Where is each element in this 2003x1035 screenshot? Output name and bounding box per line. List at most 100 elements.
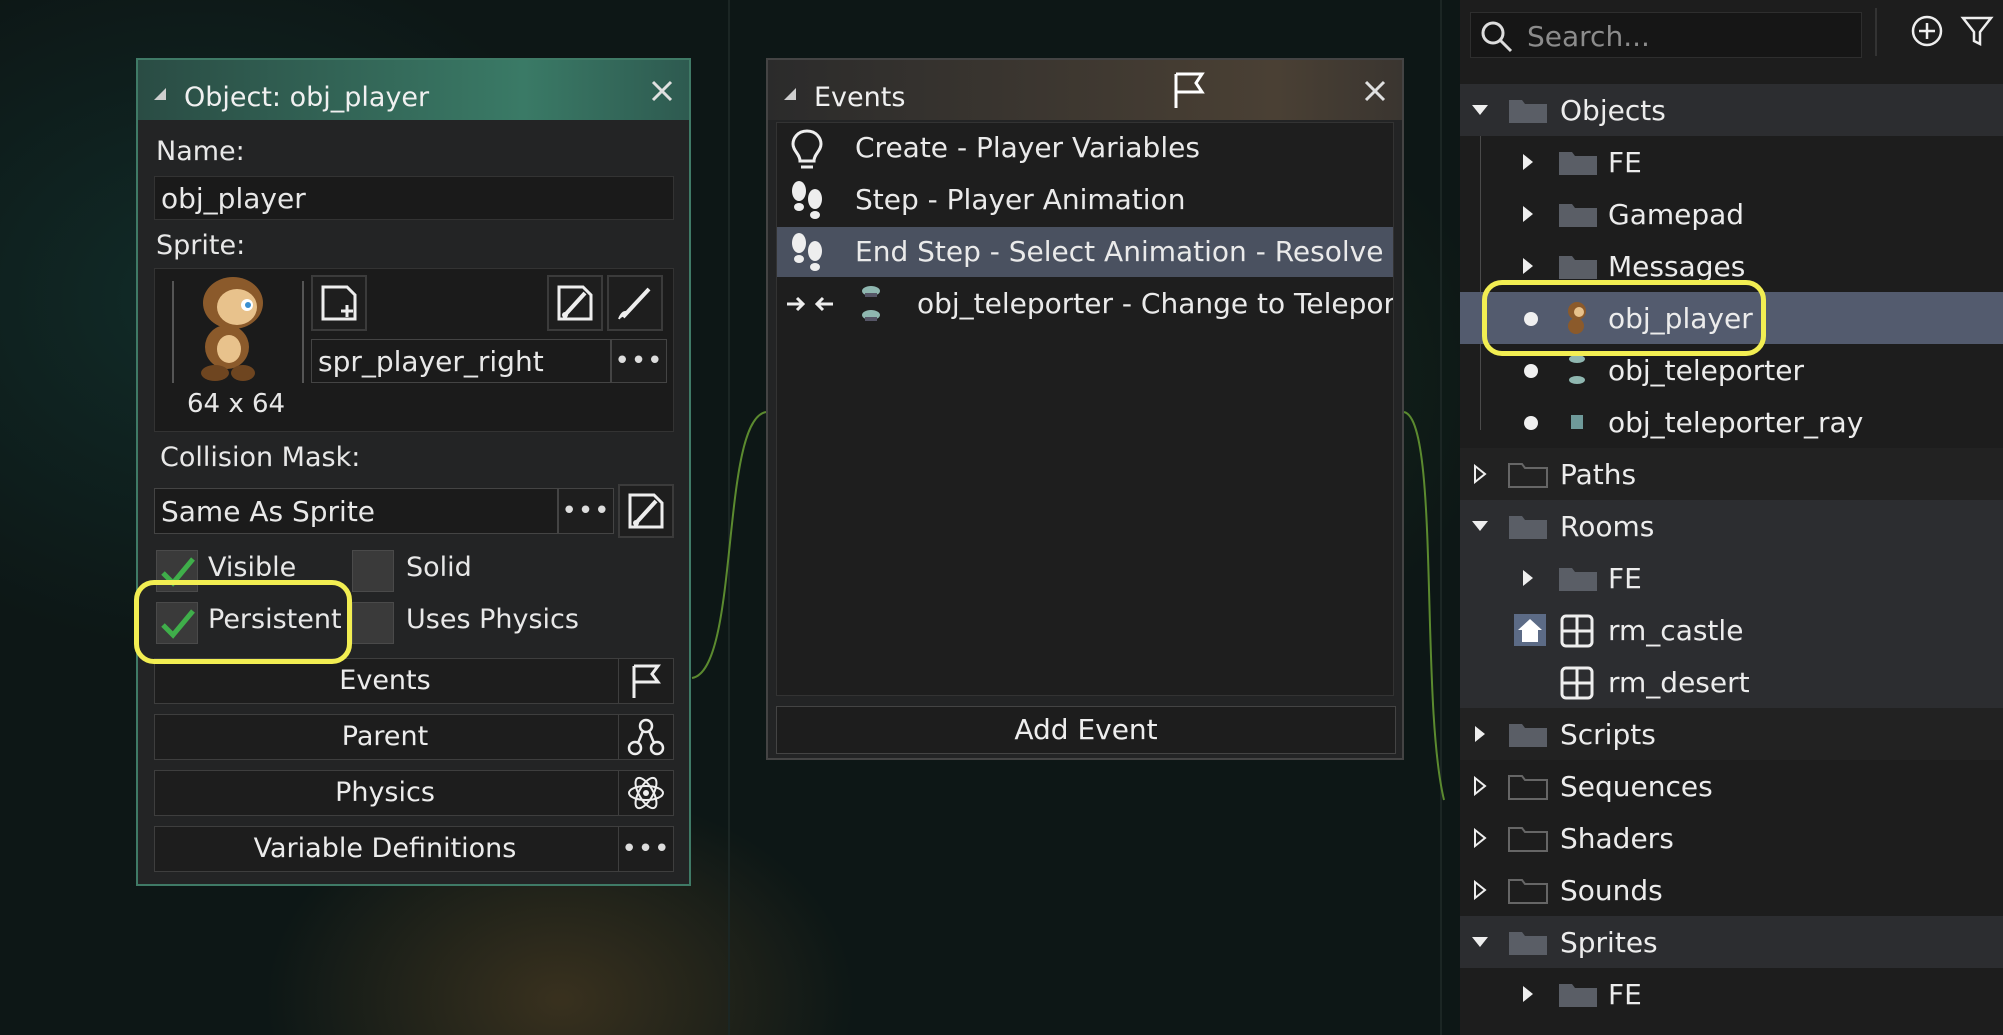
name-label: Name:: [156, 136, 245, 167]
filter-icon[interactable]: [1960, 14, 1994, 48]
tree-item-obj-teleporter-ray[interactable]: obj_teleporter_ray: [1460, 396, 2003, 448]
folder-icon: [1559, 152, 1597, 175]
tree-folder-sequences[interactable]: Sequences: [1460, 760, 2003, 812]
hierarchy-icon: [618, 715, 673, 759]
folder-icon: [1508, 775, 1548, 800]
edit-sprite-button[interactable]: [547, 275, 603, 331]
tree-item-rm-castle[interactable]: rm_castle: [1460, 604, 2003, 656]
tree-label: Rooms: [1560, 510, 1655, 543]
events-window: Events Create - Player Variables Step - …: [766, 58, 1404, 760]
sprite-preview[interactable]: [163, 275, 307, 385]
events-titlebar[interactable]: Events: [768, 60, 1402, 120]
collision-mask-browse-button[interactable]: •••: [558, 488, 614, 534]
close-icon[interactable]: [1358, 74, 1392, 108]
events-title: Events: [814, 82, 906, 113]
tree-label: FE: [1608, 978, 1642, 1011]
checkmark-icon: [161, 557, 195, 587]
object-name-field[interactable]: obj_player: [154, 176, 674, 220]
tree-folder-messages[interactable]: Messages: [1460, 240, 2003, 292]
physics-button[interactable]: Physics: [154, 770, 674, 816]
workspace-divider: [728, 0, 730, 1035]
window-grip-icon: [784, 88, 796, 100]
brush-icon: [628, 493, 664, 529]
workspace-divider: [1440, 0, 1442, 1035]
tree-item-obj-player[interactable]: obj_player: [1460, 292, 2003, 344]
tree-folder-rooms-fe[interactable]: FE: [1460, 552, 2003, 604]
asset-search-box[interactable]: [1470, 12, 1862, 58]
tree-folder-rooms[interactable]: Rooms: [1460, 500, 2003, 552]
tree-label: FE: [1608, 562, 1642, 595]
folder-icon: [1508, 463, 1548, 488]
collision-mask-value: Same As Sprite: [161, 494, 376, 528]
tree-folder-paths[interactable]: Paths: [1460, 448, 2003, 500]
tree-folder-scripts[interactable]: Scripts: [1460, 708, 2003, 760]
flag-icon: [618, 659, 673, 703]
folder-icon: [1509, 724, 1547, 747]
visible-checkbox[interactable]: [156, 550, 198, 592]
variable-definitions-button[interactable]: Variable Definitions •••: [154, 826, 674, 872]
sprite-name-field[interactable]: spr_player_right: [311, 339, 611, 383]
tree-item-rm-desert[interactable]: rm_desert: [1460, 656, 2003, 708]
parent-button[interactable]: Parent: [154, 714, 674, 760]
event-item-create[interactable]: Create - Player Variables: [777, 123, 1393, 173]
tree-folder-fe[interactable]: FE: [1460, 136, 2003, 188]
chevron-right-icon: [1523, 154, 1533, 170]
tree-label: Messages: [1608, 250, 1746, 283]
folder-icon: [1559, 204, 1597, 227]
folder-icon: [1508, 827, 1548, 852]
sprite-browse-button[interactable]: •••: [611, 339, 667, 383]
new-sprite-button[interactable]: [311, 275, 367, 331]
persistent-checkbox[interactable]: [156, 602, 198, 644]
tree-dot: [1524, 312, 1538, 326]
search-input[interactable]: [1525, 17, 1859, 55]
add-event-button[interactable]: Add Event: [776, 706, 1396, 754]
folder-icon: [1508, 879, 1548, 904]
edit-collision-mask-button[interactable]: [618, 484, 674, 538]
tree-label: Paths: [1560, 458, 1637, 491]
chevron-right-icon: [1523, 206, 1533, 222]
chevron-down-icon: [1472, 105, 1488, 115]
visible-label: Visible: [208, 552, 297, 583]
physics-button-label: Physics: [335, 777, 435, 808]
add-asset-icon[interactable]: [1910, 14, 1944, 48]
event-item-collision[interactable]: obj_teleporter - Change to Teleporter: [777, 279, 1393, 329]
brush-icon: [557, 285, 593, 321]
browse-sprite-brush-button[interactable]: [607, 275, 663, 331]
object-editor-titlebar[interactable]: Object: obj_player: [138, 60, 689, 120]
tree-folder-gamepad[interactable]: Gamepad: [1460, 188, 2003, 240]
sprite-size: 64 x 64: [187, 389, 286, 419]
close-icon[interactable]: [645, 74, 679, 108]
ellipsis-icon: •••: [561, 496, 611, 526]
chevron-right-icon: [1475, 726, 1485, 742]
tree-label: FE: [1608, 146, 1642, 179]
collision-mask-field[interactable]: Same As Sprite: [154, 488, 558, 534]
tree-folder-sounds[interactable]: Sounds: [1460, 864, 2003, 916]
solid-checkbox[interactable]: [352, 550, 394, 592]
tree-label: Gamepad: [1608, 198, 1745, 231]
teleporter-sprite-icon: [1569, 355, 1585, 384]
ellipsis-icon: •••: [614, 346, 664, 376]
tree-dot: [1524, 364, 1538, 378]
tree-label: obj_teleporter: [1608, 354, 1805, 387]
parent-button-label: Parent: [341, 721, 429, 752]
search-icon: [1481, 21, 1513, 53]
event-item-end-step[interactable]: End Step - Select Animation - Resolve Co…: [777, 227, 1393, 277]
folder-icon: [1559, 568, 1597, 591]
event-item-step[interactable]: Step - Player Animation: [777, 175, 1393, 225]
event-label: Step - Player Animation: [855, 183, 1186, 216]
add-sprite-icon: [321, 285, 357, 321]
tree-folder-sprites[interactable]: Sprites: [1460, 916, 2003, 968]
tree-label: Objects: [1560, 94, 1666, 127]
events-button[interactable]: Events: [154, 658, 674, 704]
tree-folder-shaders[interactable]: Shaders: [1460, 812, 2003, 864]
tree-label: Sounds: [1560, 874, 1663, 907]
object-editor-title: Object: obj_player: [184, 82, 430, 113]
tree-dot: [1524, 416, 1538, 430]
variable-definitions-button-label: Variable Definitions: [253, 833, 517, 864]
uses-physics-checkbox[interactable]: [352, 602, 394, 644]
tree-item-obj-teleporter[interactable]: obj_teleporter: [1460, 344, 2003, 396]
footsteps-icon: [792, 233, 822, 271]
tree-folder-sprites-fe[interactable]: FE: [1460, 968, 2003, 1020]
tree-folder-objects[interactable]: Objects: [1460, 84, 2003, 136]
events-list: Create - Player Variables Step - Player …: [776, 122, 1394, 696]
